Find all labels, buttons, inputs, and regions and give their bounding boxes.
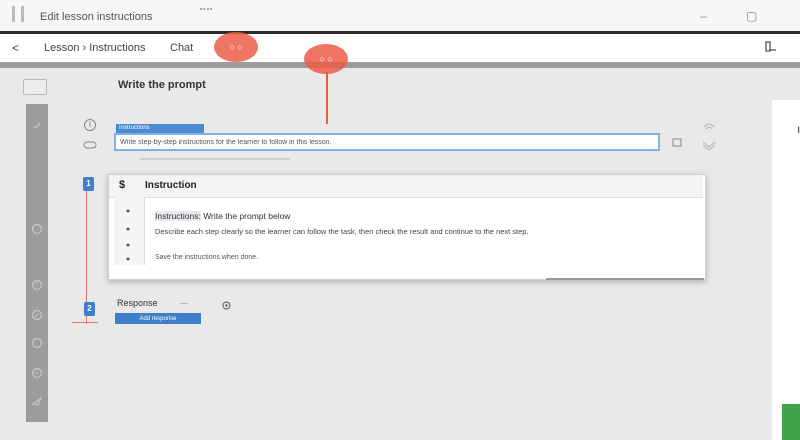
status-dot-icon[interactable] <box>222 301 231 310</box>
nav-bar: < Lesson › Instructions Chat <box>0 34 800 62</box>
help-icon[interactable] <box>30 366 44 380</box>
bullet-icon[interactable] <box>123 241 133 249</box>
page-title: Write the prompt <box>118 79 206 91</box>
instructions-input[interactable] <box>114 133 660 151</box>
copy-icon[interactable] <box>672 138 684 148</box>
annotation-marker: ○ ○ <box>304 44 348 74</box>
step-badge[interactable]: 2 <box>84 302 95 316</box>
rail-toggle-icon[interactable] <box>23 79 47 95</box>
circle-icon[interactable] <box>30 222 44 236</box>
dollar-icon: $ <box>119 179 126 191</box>
app-icon <box>12 6 24 22</box>
lesson-card: $ Instruction Instructions: Write the pr… <box>108 174 706 280</box>
user-icon[interactable] <box>764 40 778 54</box>
settings-icon[interactable] <box>30 336 44 350</box>
right-panel: ı <box>772 100 800 440</box>
bullet-icon[interactable] <box>123 255 133 263</box>
card-toolbar <box>114 197 145 265</box>
response-meta: — <box>180 299 188 308</box>
annotation-pointer <box>326 72 328 124</box>
response-label: Response <box>117 298 158 308</box>
step-connector <box>72 322 98 323</box>
attachment-icon[interactable] <box>83 140 97 150</box>
chat-tab[interactable]: Chat <box>170 42 193 54</box>
card-title: Instruction <box>145 180 197 191</box>
card-line-highlight: Instructions: <box>155 211 201 221</box>
clock-icon[interactable] <box>30 278 44 292</box>
minimize-button[interactable]: – <box>700 9 707 23</box>
breadcrumb[interactable]: Lesson › Instructions <box>44 42 146 54</box>
input-underline <box>140 158 290 160</box>
nav-divider <box>0 62 800 68</box>
step-badge[interactable]: 1 <box>83 177 94 191</box>
add-response-button[interactable]: Add response <box>115 313 201 324</box>
card-line: Instructions: Write the prompt below <box>155 211 290 221</box>
card-line-text: Write the prompt below <box>200 211 291 221</box>
bullet-icon[interactable] <box>123 225 133 233</box>
check-icon[interactable] <box>30 118 44 132</box>
input-label: Instructions <box>116 124 204 133</box>
compass-icon[interactable] <box>30 308 44 322</box>
status-indicator[interactable] <box>782 404 800 440</box>
annotation-marker: ○ ○ <box>214 32 258 62</box>
maximize-button[interactable]: ▢ <box>746 9 757 23</box>
card-header: $ Instruction <box>109 175 703 198</box>
back-button[interactable]: < <box>12 41 19 55</box>
card-line: Describe each step clearly so the learne… <box>155 227 529 236</box>
left-rail <box>26 104 48 422</box>
title-dots-icon <box>200 8 212 14</box>
bullet-icon[interactable] <box>123 207 133 215</box>
title-bar: Edit lesson instructions – ▢ <box>0 0 800 31</box>
window-title: Edit lesson instructions <box>40 11 153 23</box>
send-icon[interactable] <box>30 394 44 408</box>
info-icon[interactable]: i <box>84 119 96 131</box>
card-shadow <box>546 278 704 280</box>
wifi-icon[interactable] <box>700 118 718 132</box>
card-line: Save the instructions when done. <box>155 254 259 261</box>
expand-icon[interactable] <box>700 140 718 154</box>
